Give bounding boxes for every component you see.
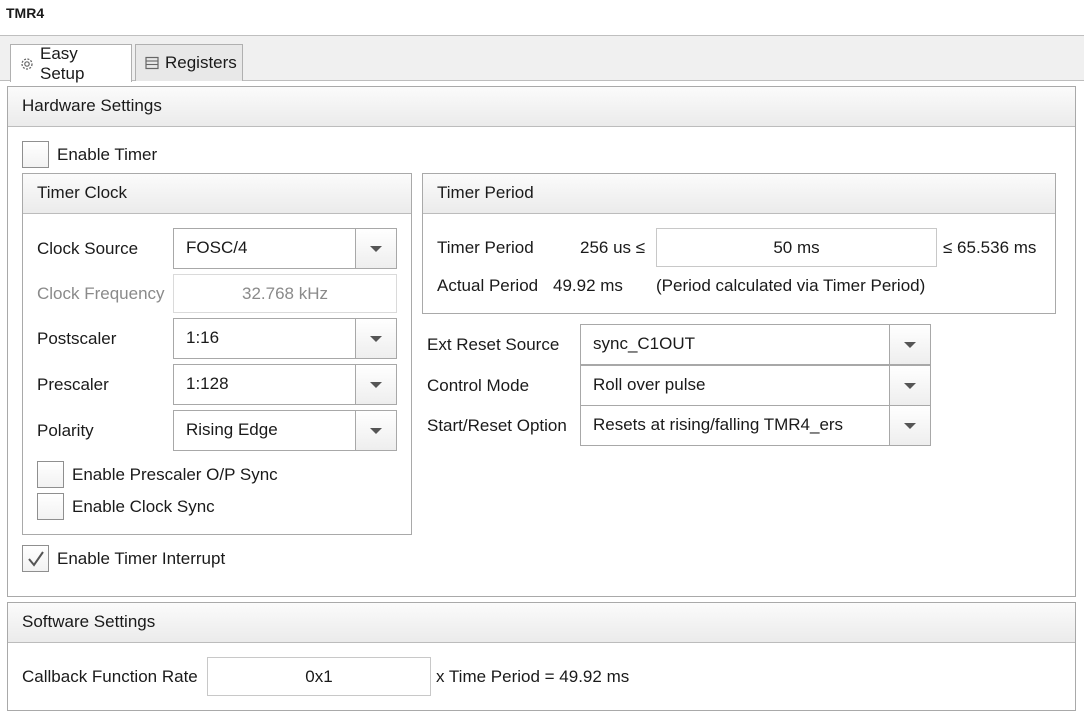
hardware-settings-header: Hardware Settings xyxy=(8,87,1075,127)
clock-source-dropdown[interactable]: FOSC/4 xyxy=(173,228,397,269)
prescaler-sync-checkbox[interactable] xyxy=(37,461,64,488)
enable-timer-label: Enable Timer xyxy=(57,145,158,164)
chevron-down-icon[interactable] xyxy=(355,365,396,404)
software-settings-header: Software Settings xyxy=(8,603,1075,643)
callback-rate-input[interactable]: 0x1 xyxy=(207,657,431,696)
postscaler-dropdown[interactable]: 1:16 xyxy=(173,318,397,359)
postscaler-value: 1:16 xyxy=(186,328,220,347)
timer-period-min: 256 us ≤ xyxy=(580,238,646,257)
ext-reset-source-value: sync_C1OUT xyxy=(593,334,696,353)
prescaler-label: Prescaler xyxy=(37,375,109,394)
window-title: TMR4 xyxy=(6,5,45,21)
actual-period-label: Actual Period xyxy=(437,276,539,295)
timer-period-label: Timer Period xyxy=(437,238,534,257)
control-mode-label: Control Mode xyxy=(427,376,530,395)
chevron-down-icon[interactable] xyxy=(355,319,396,358)
timer-period-header: Timer Period xyxy=(423,174,1055,214)
timer-period-input[interactable]: 50 ms xyxy=(656,228,937,267)
enable-timer-checkbox[interactable] xyxy=(22,141,49,168)
enable-interrupt-label: Enable Timer Interrupt xyxy=(57,549,226,568)
clock-sync-label: Enable Clock Sync xyxy=(72,497,215,516)
polarity-label: Polarity xyxy=(37,421,94,440)
prescaler-sync-label: Enable Prescaler O/P Sync xyxy=(72,465,278,484)
prescaler-value: 1:128 xyxy=(186,374,229,393)
gear-icon xyxy=(19,56,35,72)
tab-registers-label: Registers xyxy=(165,53,237,72)
enable-interrupt-checkbox[interactable] xyxy=(22,545,49,572)
list-icon xyxy=(144,55,160,71)
clock-frequency-label: Clock Frequency xyxy=(37,284,165,303)
actual-period-value: 49.92 ms xyxy=(553,276,623,295)
timer-clock-header: Timer Clock xyxy=(23,174,411,214)
postscaler-label: Postscaler xyxy=(37,329,117,348)
chevron-down-icon[interactable] xyxy=(889,366,930,405)
tab-registers[interactable]: Registers xyxy=(135,44,243,81)
chevron-down-icon[interactable] xyxy=(355,411,396,450)
control-mode-value: Roll over pulse xyxy=(593,375,706,394)
software-settings-section: Software Settings xyxy=(7,602,1076,711)
timer-period-max: ≤ 65.536 ms xyxy=(943,238,1037,257)
chevron-down-icon[interactable] xyxy=(889,325,930,364)
title-bar xyxy=(0,0,1084,36)
clock-source-label: Clock Source xyxy=(37,239,139,258)
prescaler-dropdown[interactable]: 1:128 xyxy=(173,364,397,405)
period-note: (Period calculated via Timer Period) xyxy=(656,276,926,295)
control-mode-dropdown[interactable]: Roll over pulse xyxy=(580,365,931,406)
polarity-dropdown[interactable]: Rising Edge xyxy=(173,410,397,451)
callback-rate-suffix: x Time Period = 49.92 ms xyxy=(436,667,630,686)
ext-reset-source-dropdown[interactable]: sync_C1OUT xyxy=(580,324,931,365)
clock-frequency-field: 32.768 kHz xyxy=(173,274,397,313)
chevron-down-icon[interactable] xyxy=(889,406,930,445)
clock-source-value: FOSC/4 xyxy=(186,238,248,257)
clock-sync-checkbox[interactable] xyxy=(37,493,64,520)
callback-rate-label: Callback Function Rate xyxy=(22,667,198,686)
polarity-value: Rising Edge xyxy=(186,420,278,439)
start-reset-value: Resets at rising/falling TMR4_ers xyxy=(593,415,844,434)
start-reset-dropdown[interactable]: Resets at rising/falling TMR4_ers xyxy=(580,405,931,446)
tab-easy-setup[interactable]: Easy Setup xyxy=(10,43,132,83)
start-reset-label: Start/Reset Option xyxy=(427,416,567,435)
tab-easy-setup-label: Easy Setup xyxy=(40,43,85,83)
ext-reset-source-label: Ext Reset Source xyxy=(427,335,560,354)
chevron-down-icon[interactable] xyxy=(355,229,396,268)
checkmark-icon xyxy=(27,550,44,567)
